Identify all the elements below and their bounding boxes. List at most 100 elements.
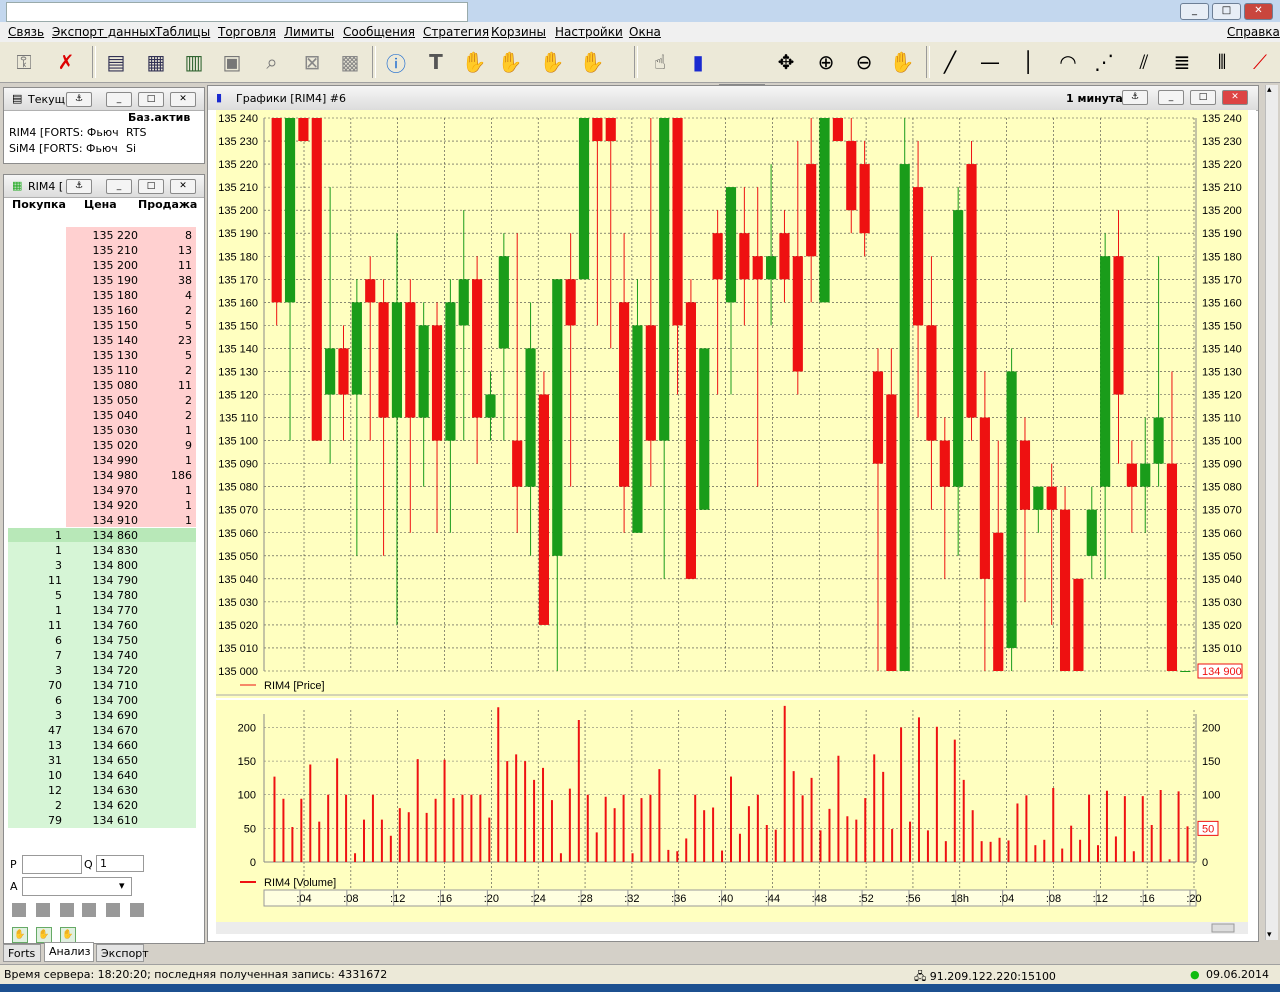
ask-row[interactable]: 135 190 38 [12, 273, 202, 288]
bid-row[interactable]: 1 134 830 [12, 543, 202, 558]
ask-row[interactable]: 135 220 8 [12, 228, 202, 243]
instrument-name[interactable]: SiM4 [FORTS: Фьюч [9, 142, 124, 155]
quotes-icon[interactable]: ▣ [216, 46, 248, 78]
menu-item-strategy[interactable]: Стратегия [423, 25, 489, 39]
menu-item-trading[interactable]: Торговля [218, 25, 276, 39]
bid-row[interactable]: 7 134 740 [12, 648, 202, 663]
bar-chart-icon[interactable]: ▮ [682, 46, 714, 78]
bid-row[interactable]: 2 134 620 [12, 798, 202, 813]
bid-row[interactable]: 11 134 760 [12, 618, 202, 633]
fan-lines-icon[interactable]: ⋰ [1088, 46, 1120, 78]
chart-window-icon[interactable]: ▤ [100, 46, 132, 78]
ask-row[interactable]: 134 910 1 [12, 513, 202, 528]
cancel-orders-button[interactable] [82, 903, 96, 917]
tab-forts[interactable]: Forts [3, 944, 41, 962]
chart-interval[interactable]: 1 минута [1066, 92, 1123, 105]
chart-canvas[interactable]: 135 240 135 240 135 230 135 230 135 220 135 2… [208, 110, 1256, 936]
close-chart-button[interactable]: ✕ [1222, 90, 1248, 105]
hand-pan-icon[interactable]: ✋ [886, 46, 918, 78]
stop-order-button[interactable] [60, 903, 74, 917]
ask-row[interactable]: 135 050 2 [12, 393, 202, 408]
minimize-chart-button[interactable]: _ [1158, 90, 1184, 105]
hand-order-icon[interactable]: ✋ [458, 46, 490, 78]
ask-row[interactable]: 135 130 5 [12, 348, 202, 363]
menu-item-help[interactable]: Справка [1227, 25, 1280, 39]
trend-line-icon[interactable]: ╱ [934, 46, 966, 78]
menu-item-baskets[interactable]: Корзины [491, 25, 546, 39]
instrument-base[interactable]: RTS [126, 126, 147, 139]
multi-order-icon[interactable]: ✋ [536, 46, 568, 78]
cancel-order-icon[interactable]: ✋ [494, 46, 526, 78]
vertical-scrollbar[interactable]: ▴ ▾ [1265, 85, 1278, 940]
ask-row[interactable]: 135 210 13 [12, 243, 202, 258]
search-icon[interactable]: ⌕ [256, 46, 288, 78]
minimize-panel-button[interactable]: _ [106, 179, 132, 194]
scroll-down-icon[interactable]: ▾ [1267, 930, 1272, 940]
tab-export[interactable]: Экспорт [96, 944, 149, 962]
key-icon[interactable]: ⚿ [8, 46, 40, 78]
ask-row[interactable]: 134 920 1 [12, 498, 202, 513]
graph-window-icon[interactable]: ▦ [140, 46, 172, 78]
bid-row[interactable]: 5 134 780 [12, 588, 202, 603]
bid-row[interactable]: 3 134 720 [12, 663, 202, 678]
bid-row[interactable]: 70 134 710 [12, 678, 202, 693]
text-icon[interactable]: T [420, 46, 452, 78]
ask-row[interactable]: 135 110 2 [12, 363, 202, 378]
quantity-input[interactable]: 1 [96, 855, 144, 872]
cancel-buy-icon[interactable]: ✋ [12, 927, 28, 943]
price-input[interactable] [22, 855, 82, 874]
menu-item-windows[interactable]: Окна [629, 25, 661, 39]
ask-row[interactable]: 134 980 186 [12, 468, 202, 483]
bid-row[interactable]: 1 134 770 [12, 603, 202, 618]
bid-row[interactable]: 79 134 610 [12, 813, 202, 828]
bid-row[interactable]: 47 134 670 [12, 723, 202, 738]
reverse-position-button[interactable] [130, 903, 144, 917]
instrument-base[interactable]: Si [126, 142, 136, 155]
ask-row[interactable]: 135 180 4 [12, 288, 202, 303]
ask-row[interactable]: 135 200 11 [12, 258, 202, 273]
fibonacci-levels-icon[interactable]: ≣ [1166, 46, 1198, 78]
bid-row[interactable]: 6 134 750 [12, 633, 202, 648]
zoom-in-icon[interactable]: ⊕ [810, 46, 842, 78]
disconnect-key-icon[interactable]: ✗ [50, 46, 82, 78]
instrument-name[interactable]: RIM4 [FORTS: Фьюч [9, 126, 124, 139]
menu-item-limits[interactable]: Лимиты [284, 25, 334, 39]
bid-row[interactable]: 6 134 700 [12, 693, 202, 708]
close-panel-button[interactable]: ✕ [170, 92, 196, 107]
move-icon[interactable]: ✥ [770, 46, 802, 78]
anchor-icon[interactable]: ⚓ [66, 179, 92, 194]
sell-button[interactable] [36, 903, 50, 917]
stop-order-icon[interactable]: ✋ [576, 46, 608, 78]
ask-row[interactable]: 135 160 2 [12, 303, 202, 318]
account-select[interactable]: ▾ [22, 877, 132, 896]
menu-item-settings[interactable]: Настройки [555, 25, 623, 39]
cancel-all-icon[interactable]: ✋ [60, 927, 76, 943]
table-icon[interactable]: ▥ [178, 46, 210, 78]
scroll-up-icon[interactable]: ▴ [1267, 85, 1272, 95]
maximize-chart-button[interactable]: □ [1190, 90, 1216, 105]
horizontal-line-icon[interactable]: — [974, 46, 1006, 78]
maximize-window-button[interactable]: □ [1212, 3, 1241, 20]
tab-analysis[interactable]: Анализ [44, 942, 94, 962]
ask-row[interactable]: 135 150 5 [12, 318, 202, 333]
buy-button[interactable] [12, 903, 26, 917]
ask-row[interactable]: 135 080 11 [12, 378, 202, 393]
ask-row[interactable]: 135 040 2 [12, 408, 202, 423]
cancel-sell-icon[interactable]: ✋ [36, 927, 52, 943]
maximize-panel-button[interactable]: □ [138, 92, 164, 107]
close-position-button[interactable] [106, 903, 120, 917]
close-panel-button[interactable]: ✕ [170, 179, 196, 194]
bid-row[interactable]: 13 134 660 [12, 738, 202, 753]
ask-row[interactable]: 134 970 1 [12, 483, 202, 498]
anchor-icon[interactable]: ⚓ [66, 92, 92, 107]
bid-row[interactable]: 3 134 690 [12, 708, 202, 723]
ask-row[interactable]: 135 030 1 [12, 423, 202, 438]
ask-row[interactable]: 134 990 1 [12, 453, 202, 468]
scrollbar-thumb[interactable] [1211, 923, 1235, 933]
menu-item-export[interactable]: Экспорт данных [52, 25, 156, 39]
maximize-panel-button[interactable]: □ [138, 179, 164, 194]
ask-row[interactable]: 135 140 23 [12, 333, 202, 348]
zoom-out-icon[interactable]: ⊖ [848, 46, 880, 78]
bid-row[interactable]: 31 134 650 [12, 753, 202, 768]
bid-row[interactable]: 1 134 860 [12, 528, 202, 543]
